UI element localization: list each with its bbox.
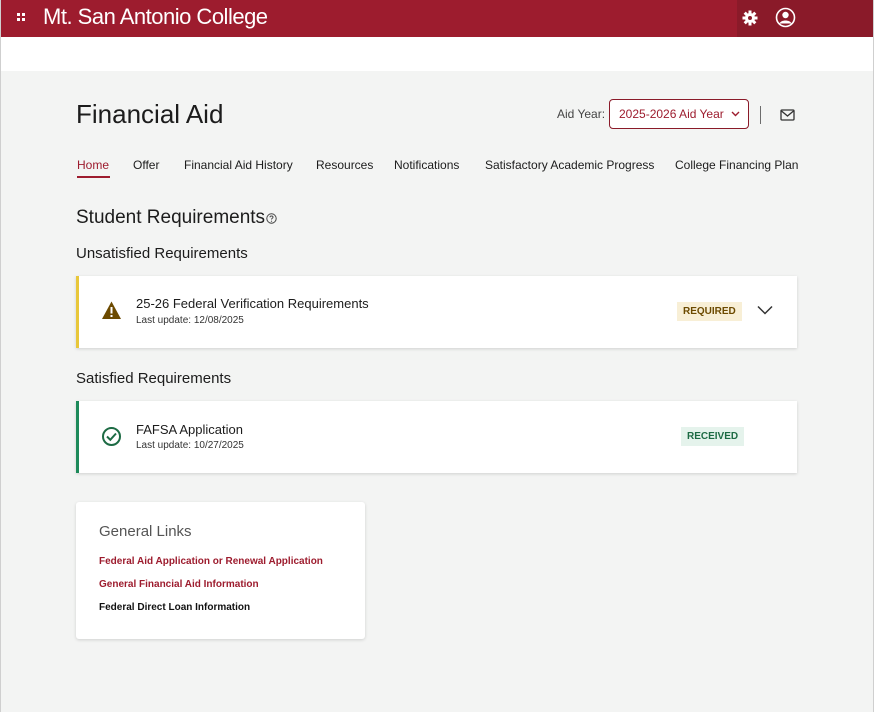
check-circle-icon [102,427,121,446]
tab-satisfactory-academic-progress[interactable]: Satisfactory Academic Progress [485,157,654,173]
gear-icon[interactable] [740,8,760,28]
tab-offer[interactable]: Offer [133,157,159,173]
status-badge: RECEIVED [681,427,745,446]
tab-college-financing-plan[interactable]: College Financing Plan [675,157,798,173]
college-name[interactable]: Mt. San Antonio College [43,2,268,32]
tab-notifications[interactable]: Notifications [394,157,459,173]
mail-icon[interactable] [780,109,795,121]
chevron-down-icon [731,111,740,117]
requirement-updated: Last update: 12/08/2025 [136,315,244,326]
status-badge: REQUIRED [677,302,742,321]
success-accent-bar [76,401,79,473]
unsatisfied-requirement-card[interactable]: 25-26 Federal Verification Requirements … [76,276,797,348]
tab-financial-aid-history[interactable]: Financial Aid History [184,157,293,173]
unsatisfied-requirements-heading: Unsatisfied Requirements [76,245,248,262]
satisfied-requirement-card[interactable]: FAFSA Application Last update: 10/27/202… [76,401,797,473]
requirement-name: FAFSA Application [136,422,243,437]
active-tab-indicator [77,176,110,178]
aid-year-label: Aid Year: [557,107,606,121]
link-federal-direct-loan-information[interactable]: Federal Direct Loan Information [99,602,250,614]
student-requirements-heading: Student Requirements [76,207,266,228]
warning-accent-bar [76,276,79,348]
requirement-name: 25-26 Federal Verification Requirements [136,296,369,311]
tab-resources[interactable]: Resources [316,157,373,173]
user-icon[interactable] [775,7,796,28]
requirement-updated: Last update: 10/27/2025 [136,440,244,451]
general-links-card: General Links Federal Aid Application or… [76,502,365,639]
chevron-down-icon[interactable] [757,305,773,315]
link-federal-aid-application[interactable]: Federal Aid Application or Renewal Appli… [99,556,323,568]
grid-icon[interactable] [15,11,27,23]
aid-year-value: 2025-2026 Aid Year [619,107,724,121]
general-links-title: General Links [99,523,192,540]
help-icon[interactable] [266,213,277,224]
satisfied-requirements-heading: Satisfied Requirements [76,370,232,387]
aid-year-select[interactable]: 2025-2026 Aid Year [609,99,749,129]
page-title: Financial Aid [76,99,224,129]
header-divider [760,106,761,124]
header-spacer [1,37,873,71]
link-general-financial-aid-information[interactable]: General Financial Aid Information [99,579,259,591]
warning-icon [102,301,121,319]
tab-home[interactable]: Home [77,157,109,173]
